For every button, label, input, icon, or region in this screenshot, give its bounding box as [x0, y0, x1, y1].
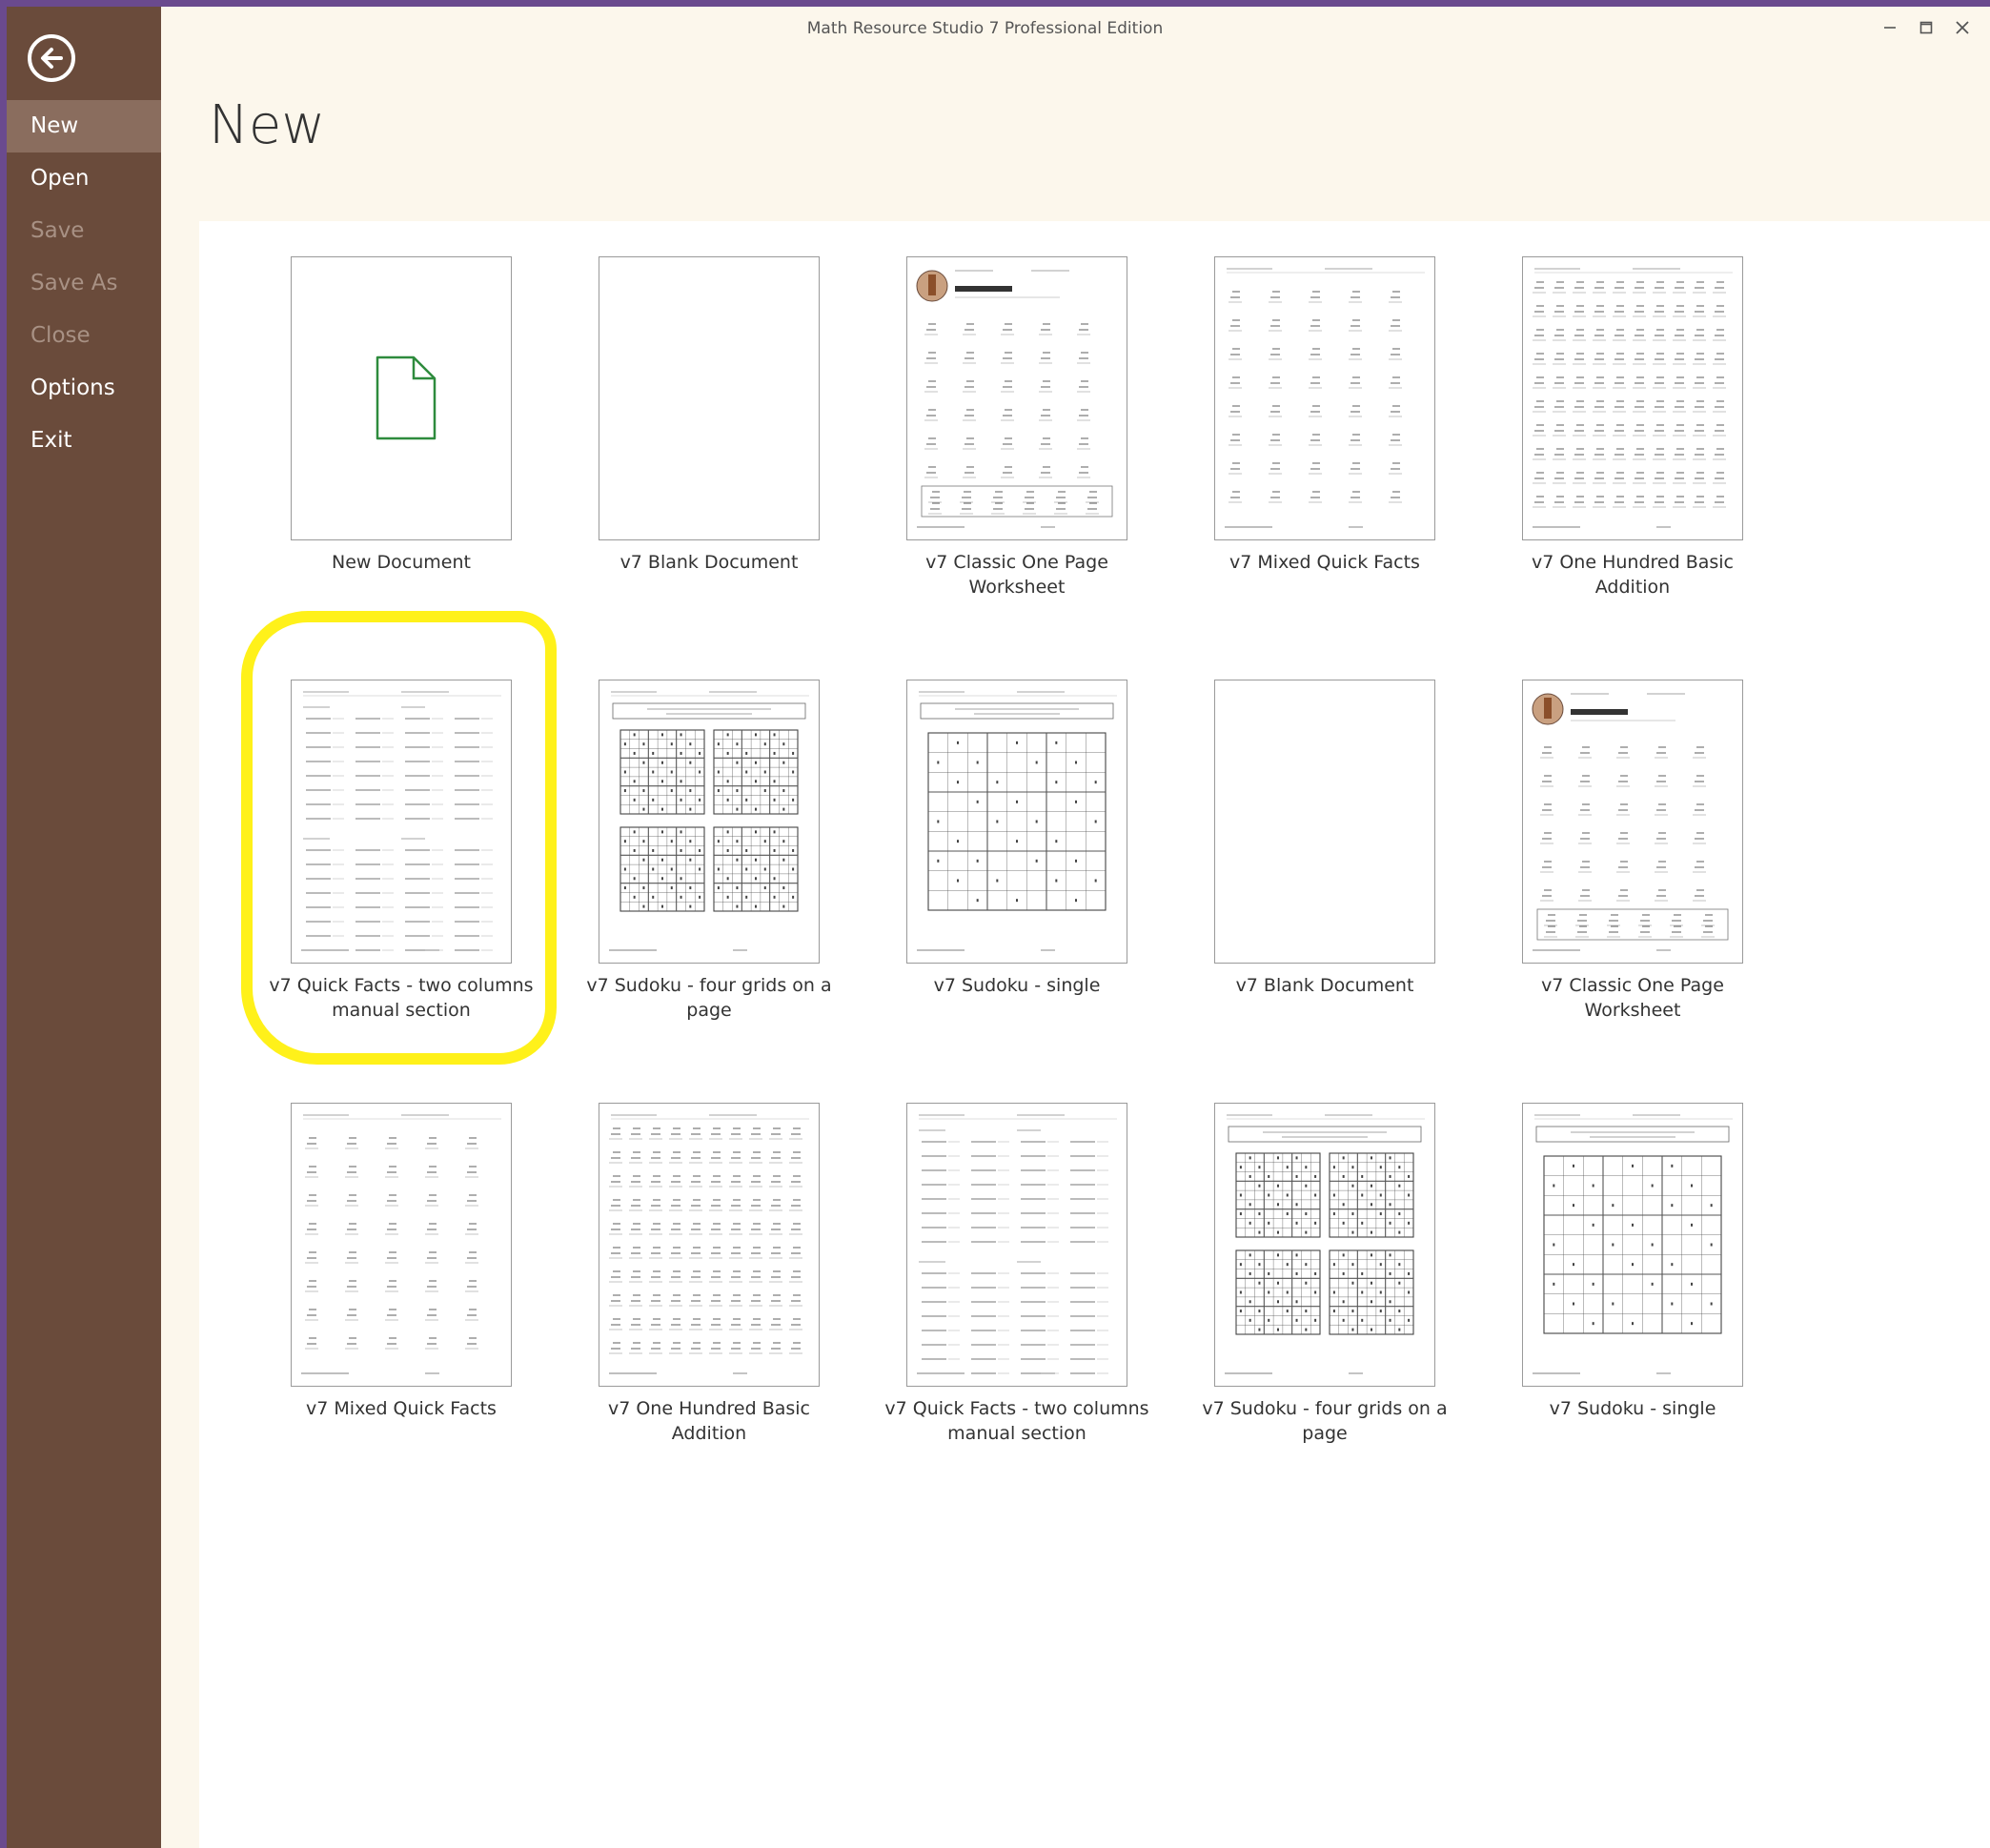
backstage-sidebar: New Open Save Save As Close Options Exit — [7, 7, 161, 1848]
back-button[interactable] — [28, 34, 75, 82]
template-label: v7 Blank Document — [1235, 975, 1414, 996]
backstage-menu: New Open Save Save As Close Options Exit — [7, 100, 161, 467]
menu-item-save-as[interactable]: Save As — [7, 257, 161, 310]
template-label: New Document — [332, 552, 471, 573]
window-title: Math Resource Studio 7 Professional Edit… — [806, 19, 1164, 38]
template-label: v7 Sudoku - single — [933, 975, 1101, 996]
template-thumbnail — [291, 256, 512, 540]
template-thumbnail — [906, 1103, 1127, 1387]
template-thumbnail — [1522, 1103, 1743, 1387]
template-thumbnail — [599, 680, 820, 964]
template-label: v7 Sudoku - single — [1549, 1398, 1716, 1419]
menu-item-new[interactable]: New — [7, 100, 161, 152]
maximize-button[interactable] — [1908, 12, 1944, 43]
maximize-icon — [1919, 21, 1933, 34]
template-label: v7 Quick Facts - two columns manual sect… — [884, 1398, 1149, 1444]
menu-item-exit[interactable]: Exit — [7, 415, 161, 467]
minimize-icon — [1884, 27, 1896, 29]
template-label: v7 Sudoku - four grids on a page — [586, 975, 832, 1021]
arrow-left-icon — [41, 48, 63, 69]
template-label: v7 Mixed Quick Facts — [1229, 552, 1420, 573]
template-label: v7 One Hundred Basic Addition — [1531, 552, 1734, 598]
template-thumbnail — [1522, 680, 1743, 964]
minimize-button[interactable] — [1872, 12, 1908, 43]
template-thumbnail — [599, 256, 820, 540]
template-label: v7 Quick Facts - two columns manual sect… — [269, 975, 534, 1021]
template-thumbnail — [1214, 1103, 1435, 1387]
menu-item-save[interactable]: Save — [7, 205, 161, 257]
template-thumbnail — [906, 256, 1127, 540]
template-thumbnail — [599, 1103, 820, 1387]
close-icon — [1956, 21, 1969, 34]
close-window-button[interactable] — [1944, 12, 1980, 43]
template-label: v7 Sudoku - four grids on a page — [1202, 1398, 1448, 1444]
menu-item-close[interactable]: Close — [7, 310, 161, 362]
template-label: v7 Mixed Quick Facts — [306, 1398, 497, 1419]
template-thumbnail — [1214, 256, 1435, 540]
template-thumbnail — [906, 680, 1127, 964]
page-title: New — [209, 94, 326, 156]
template-thumbnail — [291, 1103, 512, 1387]
template-thumbnail — [1522, 256, 1743, 540]
app-window: New Open Save Save As Close Options Exit… — [7, 7, 1990, 1848]
template-thumbnail — [1214, 680, 1435, 964]
window-controls — [1872, 12, 1980, 43]
menu-item-options[interactable]: Options — [7, 362, 161, 415]
template-thumbnail — [291, 680, 512, 964]
title-bar: Math Resource Studio 7 Professional Edit… — [161, 7, 1990, 45]
template-gallery: New Document v7 Blank Document v7 Classi… — [199, 221, 1990, 1848]
template-label: v7 Blank Document — [619, 552, 799, 573]
template-label: v7 Classic One Page Worksheet — [925, 552, 1108, 598]
menu-item-open[interactable]: Open — [7, 152, 161, 205]
template-label: v7 Classic One Page Worksheet — [1541, 975, 1724, 1021]
template-label: v7 One Hundred Basic Addition — [607, 1398, 810, 1444]
